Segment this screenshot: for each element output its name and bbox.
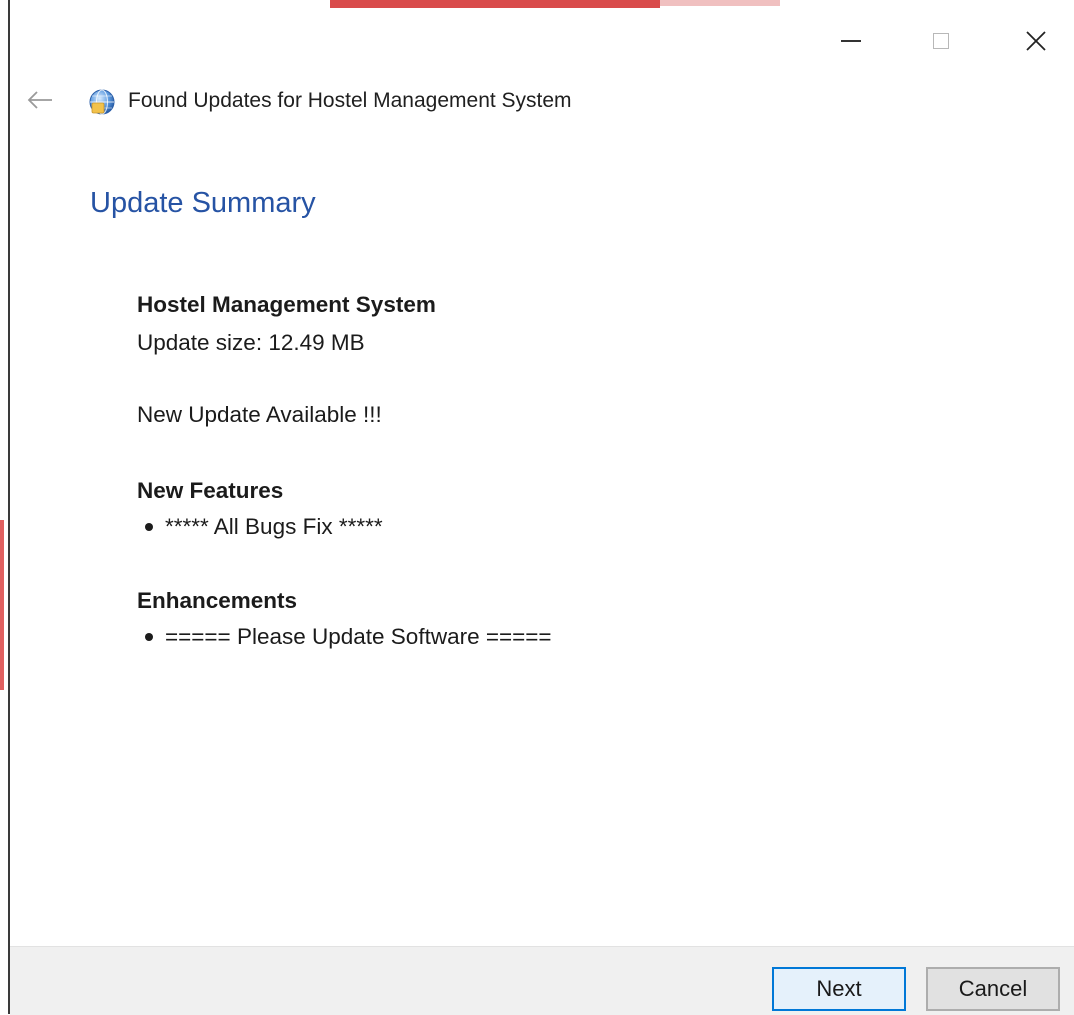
minimize-button[interactable] bbox=[828, 18, 874, 64]
update-size-text: Update size: 12.49 MB bbox=[137, 330, 365, 355]
list-item: ===== Please Update Software ===== bbox=[137, 624, 552, 650]
minimize-icon bbox=[841, 40, 861, 42]
window-frame-line bbox=[8, 0, 10, 1014]
background-accent-top bbox=[330, 0, 660, 8]
new-features-list: ***** All Bugs Fix ***** bbox=[137, 514, 383, 540]
background-accent-top-fade bbox=[660, 0, 780, 6]
bullet-icon bbox=[145, 633, 153, 641]
update-dialog-window: Found Updates for Hostel Management Syst… bbox=[0, 0, 1074, 1015]
update-available-text: New Update Available !!! bbox=[137, 402, 382, 427]
window-title: Found Updates for Hostel Management Syst… bbox=[128, 89, 572, 112]
page-title: Update Summary bbox=[90, 187, 316, 219]
close-icon bbox=[1026, 31, 1046, 51]
window-left-edge bbox=[0, 0, 10, 1014]
next-button[interactable]: Next bbox=[772, 967, 906, 1011]
enhancements-heading: Enhancements bbox=[137, 588, 298, 613]
enhancement-text: ===== Please Update Software ===== bbox=[165, 624, 552, 649]
product-name: Hostel Management System bbox=[137, 292, 436, 317]
globe-app-icon bbox=[88, 88, 116, 116]
list-item: ***** All Bugs Fix ***** bbox=[137, 514, 383, 540]
feature-text: ***** All Bugs Fix ***** bbox=[165, 514, 383, 539]
dialog-footer: Next Cancel bbox=[10, 946, 1074, 1015]
enhancements-list: ===== Please Update Software ===== bbox=[137, 624, 552, 650]
back-arrow-icon bbox=[27, 91, 52, 109]
cancel-button[interactable]: Cancel bbox=[926, 967, 1060, 1011]
maximize-button[interactable] bbox=[918, 18, 964, 64]
background-accent bbox=[0, 520, 4, 690]
new-features-heading: New Features bbox=[137, 478, 284, 503]
maximize-icon bbox=[933, 33, 949, 49]
back-button[interactable] bbox=[26, 86, 54, 114]
bullet-icon bbox=[145, 523, 153, 531]
close-button[interactable] bbox=[1013, 18, 1059, 64]
